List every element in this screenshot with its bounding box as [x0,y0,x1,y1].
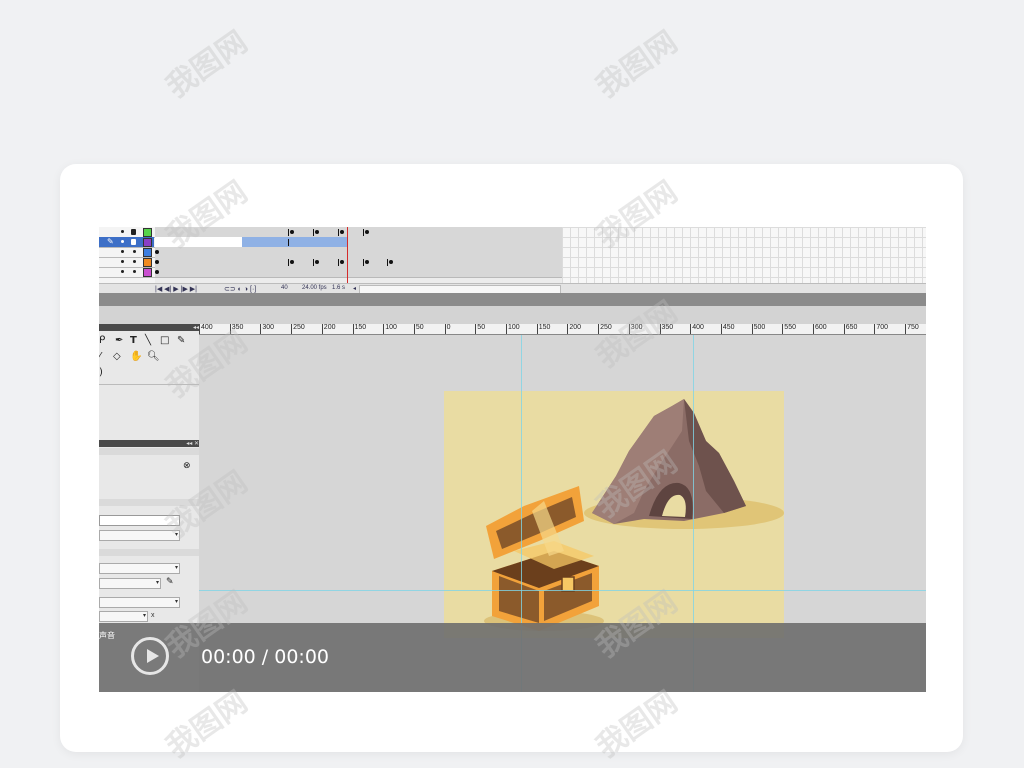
keyframe[interactable] [315,230,319,234]
ruler-tick-label: 550 [782,324,796,334]
rock-formation [592,399,746,524]
frame-track[interactable] [155,237,562,247]
keyframe[interactable] [340,230,344,234]
properties-panel-header[interactable]: ◂◂ ✕ [99,440,199,447]
help-icon[interactable]: ⊗ [183,461,191,471]
property-dropdown[interactable]: ▾ [99,597,180,608]
frame-rate: 24.00 fps [302,285,327,291]
ruler-tick-label: 350 [229,324,243,334]
frame-grid[interactable] [562,227,926,285]
ruler-tick-label: 350 [659,324,673,334]
ruler-tick-label: 50 [413,324,424,334]
ruler-tick-label: 650 [843,324,857,334]
visibility-dot[interactable] [121,240,124,243]
layer-row[interactable] [99,267,562,278]
keyframe[interactable] [155,250,159,254]
watermark: 我图网 [160,25,254,105]
hand-tool-icon[interactable]: ✋ [130,351,142,362]
ruler-tick-label: 0 [444,324,451,334]
edit-bar [99,306,926,324]
line-tool-icon[interactable]: ╲ [145,335,151,346]
lock-icon[interactable] [131,229,136,235]
frame-track[interactable] [155,247,562,257]
layer-color-swatch [143,248,152,257]
elapsed-time: 1.6 s [332,285,346,291]
flash-editor-screenshot: ✎ |◀ ◀| ▶ |▶ ▶| ⊂⊃ ◐ ◑ [·] 40 24.00 fps … [99,227,926,692]
onion-skin-icons[interactable]: ⊂⊃ ◐ ◑ [·] [224,285,256,293]
multiply-label: x [151,612,155,619]
property-dropdown[interactable]: ▾ [99,578,161,589]
play-icon [147,649,159,663]
frame-track[interactable] [155,267,562,277]
watermark: 我图网 [590,25,684,105]
pencil-tool-icon[interactable]: ✎ [177,335,185,346]
horizontal-ruler: 400 350 300 250 200 150 100 50 0 50 100 150 200 250 30… [199,324,926,335]
stage-canvas[interactable] [444,391,784,638]
ruler-tick-label: 100 [506,324,520,334]
playback-controls[interactable]: |◀ ◀| ▶ |▶ ▶| [155,285,197,293]
layer-color-swatch [143,258,152,267]
sound-label: 声音 [99,631,115,640]
ruler-tick-label: 100 [383,324,397,334]
layer-color-swatch [143,268,152,277]
ruler-tick-label: 250 [291,324,305,334]
ruler-tick-label: 150 [352,324,366,334]
ruler-tick-label: 500 [751,324,765,334]
timeline-panel: ✎ |◀ ◀| ▶ |▶ ▶| ⊂⊃ ◐ ◑ [·] 40 24.00 fps … [99,227,926,294]
option-icon[interactable]: ) [99,367,103,378]
eyedropper-icon[interactable]: ⁄ [99,351,101,362]
visibility-dot[interactable] [121,230,124,233]
keyframe[interactable] [389,260,393,264]
keyframe[interactable] [315,260,319,264]
ruler-tick-label: 250 [598,324,612,334]
ruler-tick-label: 50 [475,324,485,334]
ruler-tick-label: 750 [905,324,919,334]
text-tool-icon[interactable]: T [130,335,137,346]
property-dropdown[interactable]: ▾ [99,563,180,574]
playhead[interactable] [347,227,348,285]
scroll-left-icon[interactable]: ◂ [353,285,356,292]
frame-track[interactable] [155,257,562,267]
treasure-chest [486,486,599,631]
ruler-tick-label: 300 [628,324,642,334]
zoom-tool-icon[interactable]: 🔍︎ [147,351,160,362]
keyframe[interactable] [340,260,344,264]
instance-name-field[interactable] [99,515,180,526]
current-frame: 40 [281,285,288,291]
ruler-tick-label: 450 [720,324,735,334]
video-control-bar: 声音 00:00 / 00:00 [99,623,926,692]
ruler-tick-label: 200 [567,324,581,334]
lasso-icon[interactable]: ᑭ [99,335,105,346]
layer-color-swatch [143,228,152,237]
edit-pencil-icon[interactable]: ✎ [166,577,174,587]
keyframe[interactable] [365,230,369,234]
layer-color-swatch [143,238,152,247]
pencil-icon[interactable]: ✎ [107,237,114,246]
ruler-tick-label: 400 [690,324,704,334]
ruler-tick-label: 400 [199,324,213,334]
keyframe[interactable] [290,230,294,234]
panel-divider [99,293,926,306]
rectangle-tool-icon[interactable]: □ [160,335,169,346]
keyframe[interactable] [290,260,294,264]
time-display: 00:00 / 00:00 [201,646,329,668]
scene-illustration [484,399,784,631]
keyframe[interactable] [365,260,369,264]
tools-panel-header[interactable]: ◂◂ [99,324,199,331]
eraser-icon[interactable]: ◇ [113,351,121,362]
ruler-tick-label: 600 [813,324,827,334]
ruler-tick-label: 300 [260,324,274,334]
guide-line-horizontal[interactable] [199,590,926,591]
ruler-tick-label: 700 [874,324,888,334]
ruler-tick-label: 200 [321,324,335,334]
play-button[interactable] [131,637,169,675]
property-dropdown[interactable]: ▾ [99,530,180,541]
frame-track[interactable] [155,227,562,237]
property-dropdown[interactable]: ▾ [99,611,148,622]
pen-tool-icon[interactable]: ✒ [115,335,123,346]
ruler-tick-label: 150 [536,324,550,334]
lock-icon[interactable] [131,239,136,245]
